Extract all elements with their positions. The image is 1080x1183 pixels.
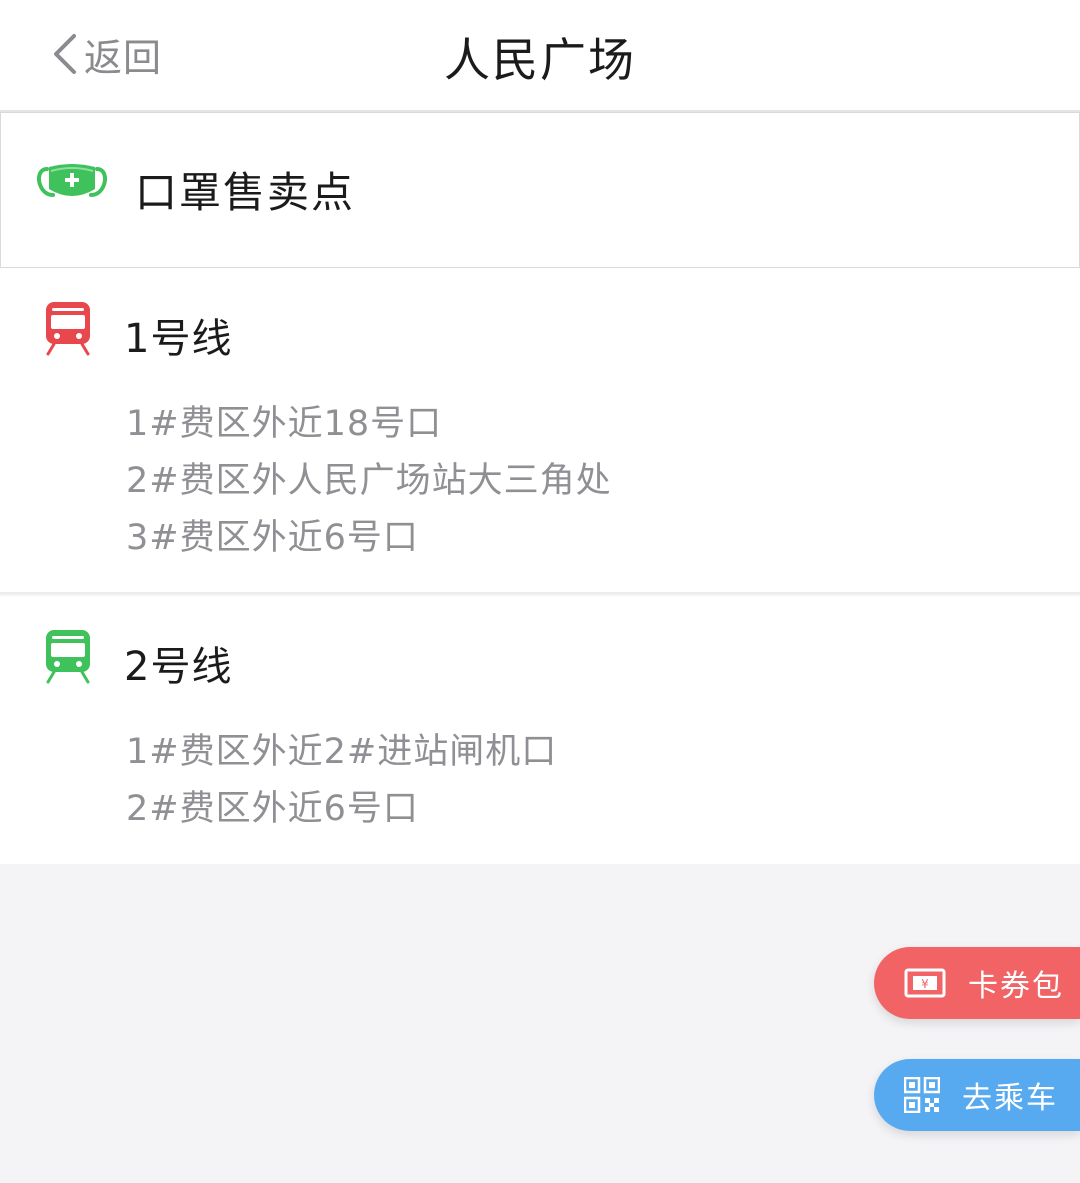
list-item: 2#费区外近6号口 bbox=[126, 789, 419, 829]
mask-sales-title: 口罩售卖点 bbox=[135, 168, 356, 217]
mask-icon bbox=[37, 164, 107, 197]
line-1-name: 1号线 bbox=[124, 316, 233, 362]
train-icon bbox=[46, 302, 90, 356]
line-2-section: 2号线 1#费区外近2#进站闸机口 2#费区外近6号口 bbox=[0, 596, 1080, 864]
navigation-bar: 返回 人民广场 bbox=[0, 0, 1080, 112]
page-title: 人民广场 bbox=[444, 33, 636, 87]
card-wallet-label: 卡券包 bbox=[968, 969, 1064, 1004]
line-2-points: 1#费区外近2#进站闸机口 2#费区外近6号口 bbox=[126, 724, 557, 838]
mask-sales-card: 口罩售卖点 bbox=[0, 112, 1080, 268]
line-1-points: 1#费区外近18号口 2#费区外人民广场站大三角处 3#费区外近6号口 bbox=[126, 396, 612, 567]
train-icon bbox=[46, 630, 90, 684]
list-item: 1#费区外近2#进站闸机口 bbox=[126, 732, 558, 772]
list-item: 3#费区外近6号口 bbox=[126, 518, 419, 558]
list-item: 1#费区外近18号口 bbox=[126, 404, 443, 444]
list-item: 2#费区外人民广场站大三角处 bbox=[126, 461, 612, 501]
go-ride-button[interactable]: 去乘车 bbox=[874, 1059, 1080, 1131]
svg-text:¥: ¥ bbox=[921, 977, 929, 991]
card-wallet-button[interactable]: ¥ 卡券包 bbox=[874, 947, 1080, 1019]
qr-code-icon bbox=[904, 1077, 940, 1113]
ticket-icon: ¥ bbox=[904, 968, 946, 998]
line-1-section: 1号线 1#费区外近18号口 2#费区外人民广场站大三角处 3#费区外近6号口 bbox=[0, 268, 1080, 594]
go-ride-label: 去乘车 bbox=[962, 1081, 1058, 1116]
line-2-name: 2号线 bbox=[124, 644, 233, 690]
